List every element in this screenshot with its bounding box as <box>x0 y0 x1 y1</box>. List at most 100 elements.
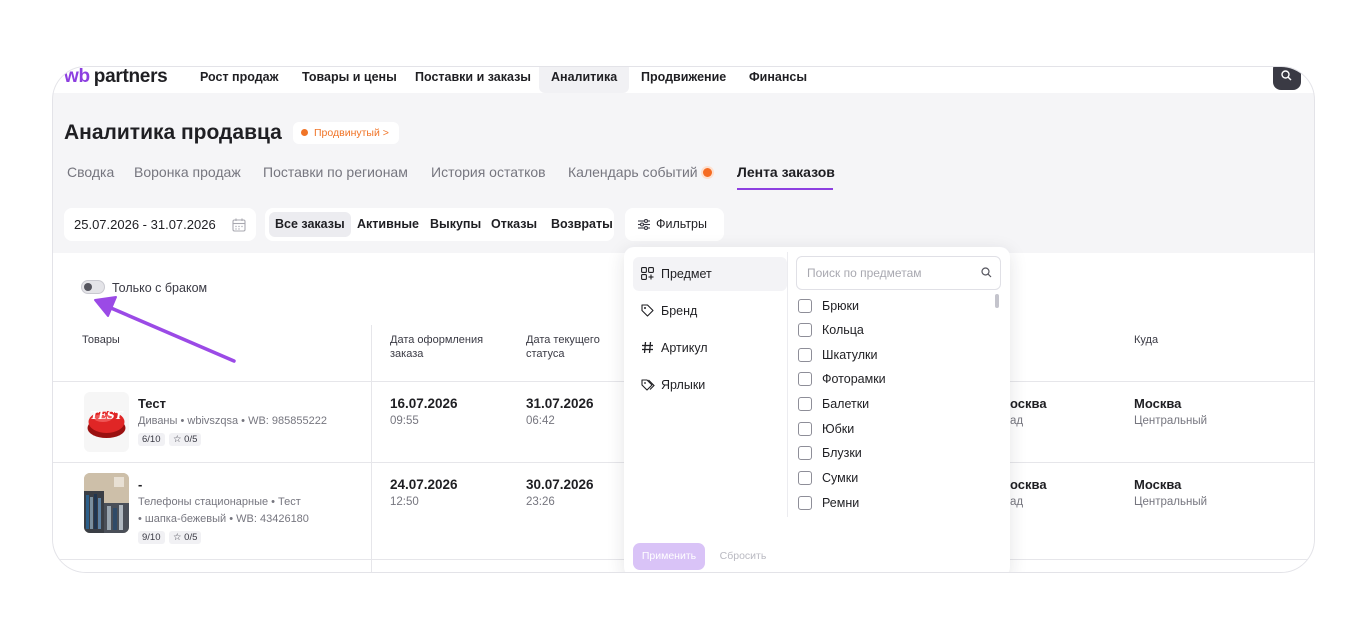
product-title[interactable]: Тест <box>138 396 166 411</box>
filter-dropdown-panel: Предмет Бренд Артикул Ярлыки Поиск по пр… <box>624 247 1010 572</box>
option-label: Юбки <box>822 422 855 436</box>
checkbox-icon <box>798 299 812 313</box>
top-nav: wb partners Рост продаж Товары и цены Пос… <box>53 67 1314 93</box>
order-status-segments: Все заказы Активные Выкупы Отказы Возвра… <box>265 208 614 241</box>
option-label: Брюки <box>822 299 859 313</box>
tab-events-calendar-label: Календарь событий <box>568 164 698 180</box>
tab-regions[interactable]: Поставки по регионам <box>263 164 408 180</box>
option-label: Балетки <box>822 397 870 411</box>
plan-badge[interactable]: Продвинутый > <box>293 122 399 144</box>
destination-region: Центральный <box>1134 496 1208 508</box>
product-title[interactable]: - <box>138 477 142 492</box>
option-label: Ремни <box>822 496 860 510</box>
active-tab-indicator <box>737 188 833 190</box>
global-search-button[interactable] <box>1273 67 1301 90</box>
destination-city: Москва <box>1134 477 1182 492</box>
origin-warehouse: ад <box>1010 415 1024 427</box>
col-header-destination: Куда <box>1134 334 1159 346</box>
nav-item-growth[interactable]: Рост продаж <box>188 67 290 93</box>
order-time: 12:50 <box>390 496 419 508</box>
date-range-picker[interactable]: 25.07.2026 - 31.07.2026 <box>64 208 256 241</box>
badge-dot <box>301 129 308 136</box>
segment-refusals[interactable]: Отказы <box>485 212 543 237</box>
filter-category-label: Бренд <box>661 304 698 318</box>
option-checkbox[interactable]: Кольца <box>798 320 864 340</box>
defect-only-toggle[interactable] <box>81 280 105 294</box>
stars-chip: ☆ 0/5 <box>169 433 202 446</box>
logo-brand: wb <box>64 66 90 87</box>
option-checkbox[interactable]: Ремни <box>798 493 859 513</box>
filters-label: Фильтры <box>656 217 707 231</box>
order-time: 09:55 <box>390 415 419 427</box>
logo-name: partners <box>93 66 168 87</box>
hash-icon <box>642 341 653 354</box>
option-checkbox[interactable]: Фоторамки <box>798 369 886 389</box>
option-checkbox[interactable]: Блузки <box>798 443 862 463</box>
search-icon <box>981 267 992 278</box>
status-time: 06:42 <box>526 415 555 427</box>
filter-category-article[interactable]: Артикул <box>633 331 787 365</box>
checkbox-icon <box>798 471 812 485</box>
option-label: Блузки <box>822 446 862 460</box>
product-subtitle-continued: • шапка-бежевый • WB: 43426180 <box>138 513 309 525</box>
page-title: Аналитика продавца <box>64 121 282 144</box>
option-checkbox[interactable]: Балетки <box>798 394 869 414</box>
thumbnail-text: TEST <box>90 409 123 422</box>
bookshelf-image <box>84 473 129 533</box>
status-date: 30.07.2026 <box>526 477 594 492</box>
segment-all-orders[interactable]: Все заказы <box>269 212 351 237</box>
calendar-icon <box>232 218 246 232</box>
badge-label: Продвинутый <box>314 127 380 139</box>
app-window: wb partners Рост продаж Товары и цены Пос… <box>52 66 1315 573</box>
nav-item-supplies[interactable]: Поставки и заказы <box>403 67 543 93</box>
filter-category-brand[interactable]: Бренд <box>633 294 787 328</box>
status-time: 23:26 <box>526 496 555 508</box>
nav-item-products[interactable]: Товары и цены <box>290 67 409 93</box>
checkbox-icon <box>798 397 812 411</box>
order-date: 16.07.2026 <box>390 396 458 411</box>
option-checkbox[interactable]: Сумки <box>798 468 858 488</box>
logo[interactable]: wb partners <box>64 66 168 88</box>
date-range-value: 25.07.2026 - 31.07.2026 <box>74 217 216 232</box>
product-thumbnail <box>84 473 129 533</box>
subject-search-placeholder: Поиск по предметам <box>807 266 922 280</box>
option-label: Шкатулки <box>822 348 878 362</box>
destination-region: Центральный <box>1134 415 1208 427</box>
nav-item-promotion[interactable]: Продвижение <box>629 67 738 93</box>
column-divider <box>371 325 372 572</box>
tab-orders-feed[interactable]: Лента заказов <box>737 164 835 180</box>
filter-category-subject[interactable]: Предмет <box>633 257 787 291</box>
order-date: 24.07.2026 <box>390 477 458 492</box>
filters-button[interactable]: Фильтры <box>625 208 724 241</box>
segment-buyouts[interactable]: Выкупы <box>424 212 487 237</box>
origin-city: осква <box>1010 477 1047 492</box>
product-subtitle: Диваны • wbivszqsa • WB: 985855222 <box>138 415 327 427</box>
options-scrollbar[interactable] <box>995 294 999 308</box>
origin-warehouse: ад <box>1010 496 1024 508</box>
reset-button[interactable]: Сбросить <box>711 543 775 570</box>
tab-summary[interactable]: Сводка <box>67 164 114 180</box>
option-label: Фоторамки <box>822 372 886 386</box>
subject-search-input[interactable]: Поиск по предметам <box>796 256 1001 290</box>
segment-returns[interactable]: Возвраты <box>545 212 619 237</box>
apply-button[interactable]: Применить <box>633 543 705 570</box>
filter-category-label: Артикул <box>661 341 708 355</box>
rating-chip: 9/10 <box>138 531 165 544</box>
segment-active[interactable]: Активные <box>351 212 425 237</box>
option-checkbox[interactable]: Шкатулки <box>798 345 877 365</box>
grid-icon <box>641 267 654 280</box>
product-subtitle: Телефоны стационарные • Тест <box>138 496 301 508</box>
tab-events-calendar[interactable]: Календарь событий <box>568 164 712 180</box>
filter-category-label: Предмет <box>661 267 712 281</box>
nav-item-analytics[interactable]: Аналитика <box>539 67 630 93</box>
filter-category-labels[interactable]: Ярлыки <box>633 368 787 402</box>
destination-city: Москва <box>1134 396 1182 411</box>
option-label: Кольца <box>822 323 864 337</box>
nav-item-finance[interactable]: Финансы <box>737 67 819 93</box>
tab-funnel[interactable]: Воронка продаж <box>134 164 241 180</box>
tab-stock-history[interactable]: История остатков <box>431 164 546 180</box>
col-header-status-date: Дата текущего статуса <box>526 334 600 360</box>
search-icon <box>1281 70 1292 81</box>
option-checkbox[interactable]: Брюки <box>798 296 859 316</box>
option-checkbox[interactable]: Юбки <box>798 419 854 439</box>
